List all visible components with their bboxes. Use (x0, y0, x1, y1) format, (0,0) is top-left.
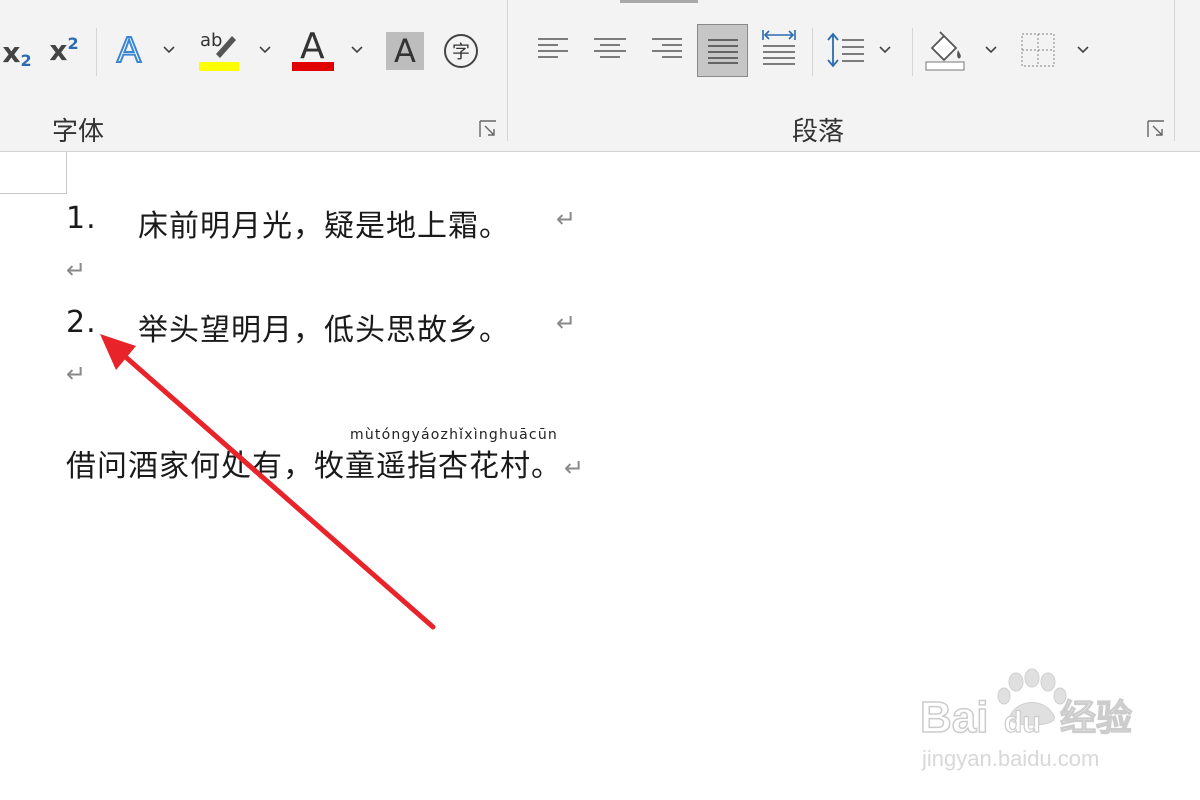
svg-text:du: du (1004, 706, 1041, 739)
baidu-jingyan-watermark-logo: Bai du 经验 jingyan.baidu.com (919, 668, 1133, 771)
svg-text:jingyan.baidu.com: jingyan.baidu.com (921, 746, 1099, 771)
arrow-shaft (109, 342, 436, 630)
svg-text:经验: 经验 (1060, 698, 1132, 739)
svg-text:Bai: Bai (920, 693, 988, 742)
